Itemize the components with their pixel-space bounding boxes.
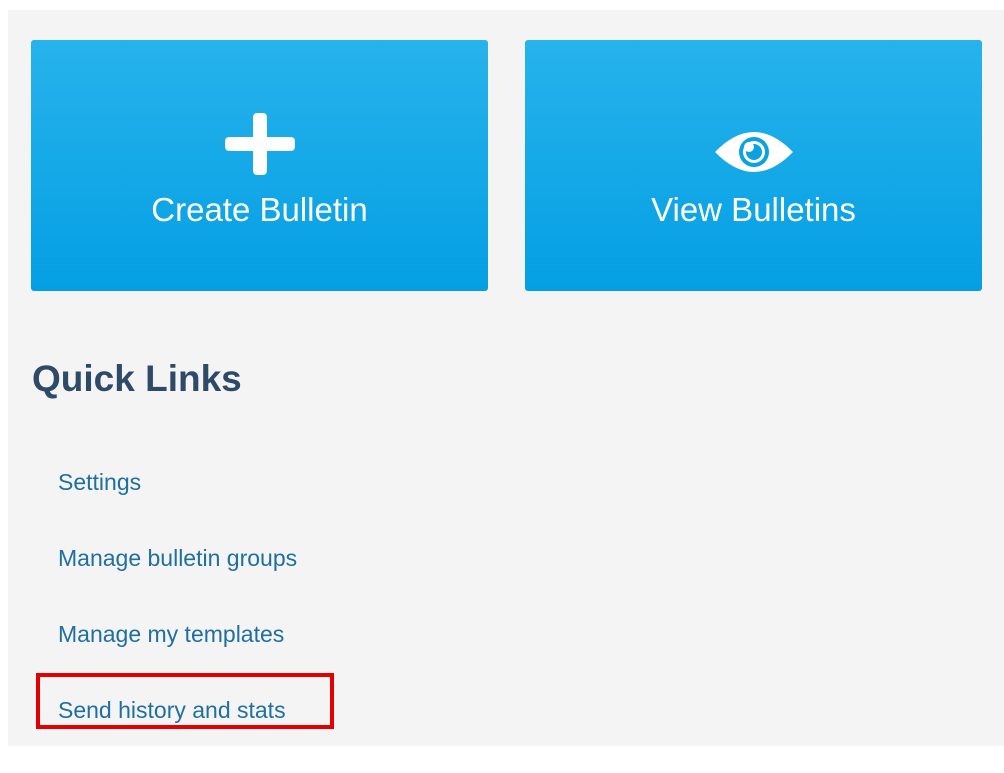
list-item: Manage my templates xyxy=(58,614,297,690)
eye-icon xyxy=(714,132,793,172)
create-bulletin-label: Create Bulletin xyxy=(151,191,368,228)
settings-link[interactable]: Settings xyxy=(58,469,141,495)
manage-bulletin-groups-link[interactable]: Manage bulletin groups xyxy=(58,545,297,571)
list-item: Manage bulletin groups xyxy=(58,538,297,614)
create-bulletin-tile[interactable]: Create Bulletin xyxy=(31,40,488,291)
quick-links-heading: Quick Links xyxy=(32,358,242,399)
manage-my-templates-link[interactable]: Manage my templates xyxy=(58,621,284,647)
quick-links-list: Settings Manage bulletin groups Manage m… xyxy=(58,462,297,766)
main-panel: Create Bulletin View Bulletins Quick Lin… xyxy=(8,10,1004,746)
send-history-and-stats-link[interactable]: Send history and stats xyxy=(58,697,286,723)
list-item: Settings xyxy=(58,462,297,538)
list-item: Send history and stats xyxy=(58,690,297,766)
view-bulletins-tile[interactable]: View Bulletins xyxy=(525,40,982,291)
plus-icon xyxy=(224,113,295,175)
view-bulletins-label: View Bulletins xyxy=(651,191,856,228)
